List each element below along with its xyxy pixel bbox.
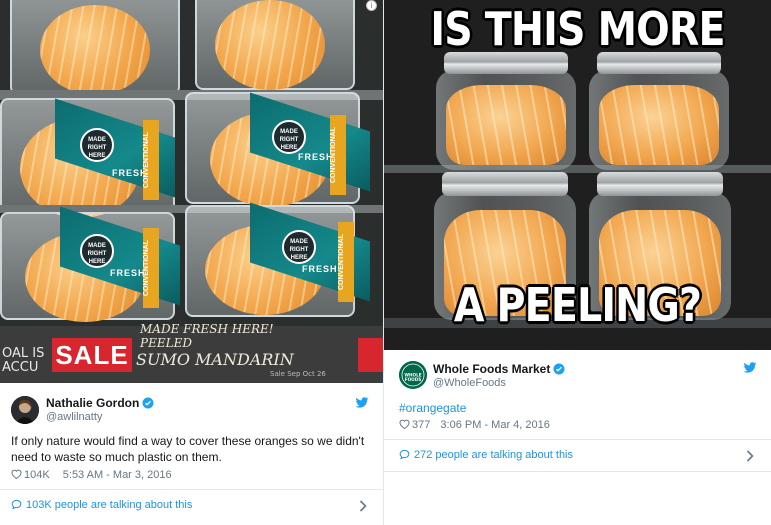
jar-lid <box>597 172 723 196</box>
svg-text:FOODS: FOODS <box>405 377 421 382</box>
heart-icon[interactable] <box>11 469 22 479</box>
label-brand-text: MADE RIGHT HERE <box>279 129 299 151</box>
twitter-bird-icon[interactable] <box>355 397 369 409</box>
handwritten-made-fresh: MADE FRESH HERE! <box>140 322 274 336</box>
label-side-text: CONVENTIONAL <box>143 120 159 200</box>
divider <box>384 439 771 440</box>
made-right-here-logo: MADE RIGHT HERE <box>272 120 306 154</box>
jar-lid <box>442 172 568 196</box>
tweet-meta: 377 3:06 PM - Mar 4, 2016 <box>399 419 550 431</box>
talking-about-link[interactable]: 272 people are talking about this <box>399 449 573 461</box>
talking-about-link[interactable]: 103K people are talking about this <box>11 499 192 511</box>
verified-badge-icon <box>142 397 154 409</box>
divider <box>0 489 383 490</box>
handwritten-sumo-mandarin: SUMO MANDARIN <box>136 350 294 369</box>
avatar[interactable]: WHOLE FOODS <box>399 361 427 389</box>
like-count[interactable]: 104K <box>24 469 50 481</box>
label-brand-text: MADE RIGHT HERE <box>87 243 107 265</box>
twitter-bird-icon[interactable] <box>743 362 757 374</box>
peeled-orange-in-jar <box>599 85 719 165</box>
comment-bubble-icon <box>399 449 410 460</box>
price-left-text-2: ACCU <box>2 360 39 375</box>
peeled-orange <box>215 0 325 90</box>
user-name[interactable]: Nathalie Gordon <box>46 396 154 410</box>
handwritten-peeled: PEELED <box>140 336 192 350</box>
tweet-card-whole-foods: IS THIS MORE A PEELING? WHOLE FOODS Whol… <box>384 0 771 472</box>
talking-about-text: 103K people are talking about this <box>26 499 193 511</box>
tweet-photo-jar-meme[interactable]: IS THIS MORE A PEELING? <box>384 0 771 350</box>
tweet-meta: 104K 5:53 AM - Mar 3, 2016 <box>11 469 172 481</box>
user-name[interactable]: Whole Foods Market <box>433 362 565 376</box>
tweet-text: If only nature would find a way to cover… <box>11 434 365 464</box>
like-count[interactable]: 377 <box>412 419 430 431</box>
talking-about-text: 272 people are talking about this <box>414 449 574 461</box>
user-handle[interactable]: @awlilnatty <box>46 411 102 423</box>
price-small-text: Sale Sep Oct 26 <box>270 370 326 378</box>
meme-caption-top: IS THIS MORE <box>430 2 725 56</box>
verified-badge-icon <box>553 363 565 375</box>
chevron-right-icon[interactable] <box>359 500 367 512</box>
whole-foods-logo-icon: WHOLE FOODS <box>399 361 427 389</box>
hashtag-link[interactable]: #orangegate <box>399 401 466 415</box>
heart-icon[interactable] <box>399 419 410 429</box>
tweet-timestamp[interactable]: 3:06 PM - Mar 4, 2016 <box>440 419 549 431</box>
label-fresh-text: FRESH <box>302 264 338 274</box>
user-name-text: Nathalie Gordon <box>46 396 140 410</box>
avatar-image <box>11 396 39 424</box>
made-right-here-logo: MADE RIGHT HERE <box>80 234 114 268</box>
info-icon[interactable]: i <box>366 0 377 11</box>
label-brand-text: MADE RIGHT HERE <box>87 137 107 159</box>
sale-tag: SALE <box>52 338 132 372</box>
chevron-right-icon[interactable] <box>746 450 754 462</box>
label-brand-text: MADE RIGHT HERE <box>289 239 309 261</box>
price-left-text-1: OAL IS <box>2 346 45 361</box>
avatar[interactable] <box>11 396 39 424</box>
tweet-photo-plastic-oranges[interactable]: MADE RIGHT HERE FRESH CONVENTIONAL MADE … <box>0 0 383 383</box>
label-side-text: CONVENTIONAL <box>330 115 346 195</box>
user-name-text: Whole Foods Market <box>433 362 551 376</box>
comment-bubble-icon <box>11 499 22 510</box>
label-side-text: CONVENTIONAL <box>143 228 159 308</box>
meme-caption-bottom: A PEELING? <box>453 278 702 332</box>
label-fresh-text: FRESH <box>110 268 146 278</box>
label-fresh-text: FRESH <box>298 152 334 162</box>
sale-tag-edge <box>358 338 383 372</box>
user-handle[interactable]: @WholeFoods <box>433 377 506 389</box>
made-right-here-logo: MADE RIGHT HERE <box>80 128 114 162</box>
peeled-orange-in-jar <box>446 85 566 165</box>
label-side-text: CONVENTIONAL <box>338 222 354 302</box>
peeled-orange <box>40 5 150 95</box>
made-right-here-logo: MADE RIGHT HERE <box>282 230 316 264</box>
tweet-timestamp[interactable]: 5:53 AM - Mar 3, 2016 <box>63 469 172 481</box>
tweet-card-nathalie: MADE RIGHT HERE FRESH CONVENTIONAL MADE … <box>0 0 384 525</box>
